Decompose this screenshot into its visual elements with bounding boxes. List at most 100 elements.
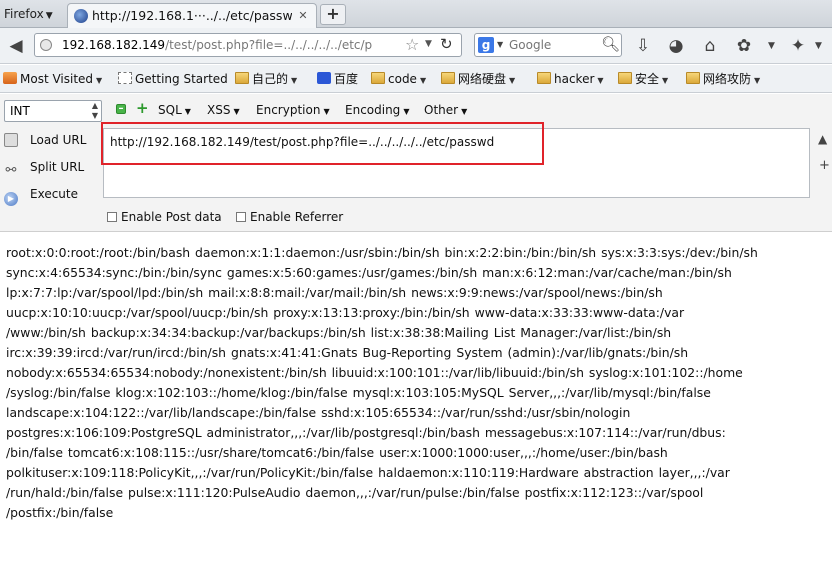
enable-post-data-label: Enable Post data [121,210,222,224]
content-line: /syslog:/bin/false klog:x:102:103::/home… [6,385,711,400]
reload-icon[interactable]: ↻ [440,35,453,53]
back-arrow-icon[interactable]: ◀ [4,34,28,58]
menu-encoding[interactable]: Encoding ▼ [345,103,409,117]
menu-other[interactable]: Other ▼ [424,103,467,117]
new-tab-button[interactable]: + [320,4,346,25]
download-icon[interactable]: ⇩ [631,34,655,58]
folder-icon [537,72,551,84]
checkbox-box[interactable] [107,212,117,222]
type-select-value: INT [10,104,30,118]
chevron-down-icon: ▼ [323,107,330,116]
chevron-down-icon: ▼ [509,76,516,85]
menu-label: XSS [207,103,231,117]
firefox-menu-button[interactable]: Firefox ▼ [2,3,55,25]
bookmark-folder-netdisk[interactable]: 网络硬盘 ▼ [441,70,515,88]
bookmark-label: 网络硬盘 [458,72,507,86]
chevron-down-icon: ▼ [754,76,761,85]
content-line: /run/hald:/bin/false pulse:x:111:120:Pul… [6,485,704,500]
bookmark-label: 自己的 [252,72,289,86]
bookmark-label: 网络攻防 [703,72,752,86]
menu-label: Other [424,103,459,117]
bookmark-folder-self[interactable]: 自己的 ▼ [235,70,297,88]
menu-xss[interactable]: XSS ▼ [207,103,240,117]
navigation-bar: ◀ 192.168.182.149/test/post.php?file=../… [0,28,832,64]
chevron-down-icon: ▼ [45,11,53,21]
content-line: sync:x:4:65534:sync:/bin:/bin/sync games… [6,265,732,280]
enable-referrer-label: Enable Referrer [250,210,344,224]
google-search-engine-icon[interactable]: g [478,37,494,53]
highlight-annotation-box [101,122,544,165]
enable-post-data-checkbox[interactable]: Enable Post data [107,210,222,224]
enable-referrer-checkbox[interactable]: Enable Referrer [236,210,343,224]
firefox-menu-label: Firefox [4,7,44,21]
extension-icon[interactable]: ✦ [786,34,810,58]
chevron-down-icon: ▼ [96,76,103,85]
content-line: irc:x:39:39:ircd:/var/run/ircd:/bin/sh g… [6,345,689,360]
favicon-icon [74,9,88,23]
folder-icon [441,72,455,84]
page-content-passwd: root:x:0:0:root:/root:/bin/bash daemon:x… [6,243,828,523]
most-visited-icon [3,72,17,84]
spinner-arrows-icon[interactable]: ▲ ▼ [92,101,98,121]
page-icon [118,72,132,84]
content-line: /postfix:/bin/false [6,505,114,520]
bookmark-star-icon[interactable]: ☆ [405,35,419,54]
chevron-down-icon[interactable]: ▼ [497,40,503,49]
addon-icon[interactable]: ✿ [732,34,756,58]
split-url-icon: ⚯ [5,163,17,178]
bookmark-baidu[interactable]: 百度 [317,70,358,88]
close-tab-icon[interactable]: ✕ [295,8,311,24]
content-line: nobody:x:65534:65534:nobody:/nonexistent… [6,365,743,380]
palette-icon[interactable]: ◕ [664,34,688,58]
chevron-down-icon: ▼ [461,107,468,116]
plus-icon[interactable]: + [136,101,149,116]
bookmark-folder-security[interactable]: 安全 ▼ [618,70,668,88]
chevron-down-icon: ▼ [233,107,240,116]
content-line: /bin/false tomcat6:x:108:115::/usr/share… [6,445,668,460]
menu-label: SQL [158,103,182,117]
bookmark-folder-hacker[interactable]: hacker ▼ [537,70,604,88]
menu-label: Encryption [256,103,321,117]
search-bar[interactable]: g ▼ 🔍︎ [474,33,622,57]
url-bar[interactable]: 192.168.182.149/test/post.php?file=../..… [34,33,462,57]
execute-button[interactable]: ▶ Execute [4,184,78,206]
bookmark-getting-started[interactable]: Getting Started [118,70,228,88]
plus-icon[interactable]: + [819,158,830,173]
home-icon[interactable]: ⌂ [698,34,722,58]
search-icon[interactable]: 🔍︎ [601,35,620,53]
chevron-down-icon: ▼ [184,107,191,116]
tab-active[interactable]: http://192.168.1···../../etc/passwd ✕ [67,3,317,29]
bookmark-folder-code[interactable]: code ▼ [371,70,426,88]
split-url-label: Split URL [30,160,85,174]
folder-icon [686,72,700,84]
bookmark-most-visited[interactable]: Most Visited ▼ [3,70,102,88]
menu-encryption[interactable]: Encryption ▼ [256,103,330,117]
chevron-down-icon[interactable]: ▼ [768,41,775,51]
bookmark-label: 安全 [635,72,660,86]
chevron-down-icon: ▼ [403,107,410,116]
content-line: polkituser:x:109:118:PolicyKit,,,:/var/r… [6,465,730,480]
scroll-up-icon[interactable]: ▲ [818,132,827,146]
type-select[interactable]: INT ▲ ▼ [4,100,102,122]
url-host: 192.168.182.149 [62,38,166,52]
menu-sql[interactable]: SQL ▼ [158,103,191,117]
minus-icon[interactable]: – [116,104,126,114]
baidu-icon [317,72,331,84]
chevron-down-icon[interactable]: ▼ [815,41,822,51]
tab-title: http://192.168.1···../../etc/passwd [92,8,292,23]
load-url-button[interactable]: Load URL [4,130,86,150]
hackbar-panel: INT ▲ ▼ – + SQL ▼ XSS ▼ Encryption ▼ Encodin… [0,94,832,232]
checkbox-box[interactable] [236,212,246,222]
tab-bar: Firefox ▼ http://192.168.1···../../etc/pa… [0,0,832,29]
split-url-button[interactable]: ⚯ Split URL [4,157,85,178]
folder-icon [371,72,385,84]
bookmark-folder-netattack[interactable]: 网络攻防 ▼ [686,70,760,88]
content-line: uucp:x:10:10:uucp:/var/spool/uucp:/bin/s… [6,305,685,320]
history-dropdown-icon[interactable]: ▼ [425,39,432,49]
site-identity-icon[interactable] [40,39,52,51]
bookmark-label: 百度 [334,72,359,86]
content-line: postgres:x:106:109:PostgreSQL administra… [6,425,726,440]
url-text: 192.168.182.149/test/post.php?file=../..… [62,38,402,52]
execute-icon: ▶ [4,192,18,206]
search-input[interactable] [509,37,594,53]
